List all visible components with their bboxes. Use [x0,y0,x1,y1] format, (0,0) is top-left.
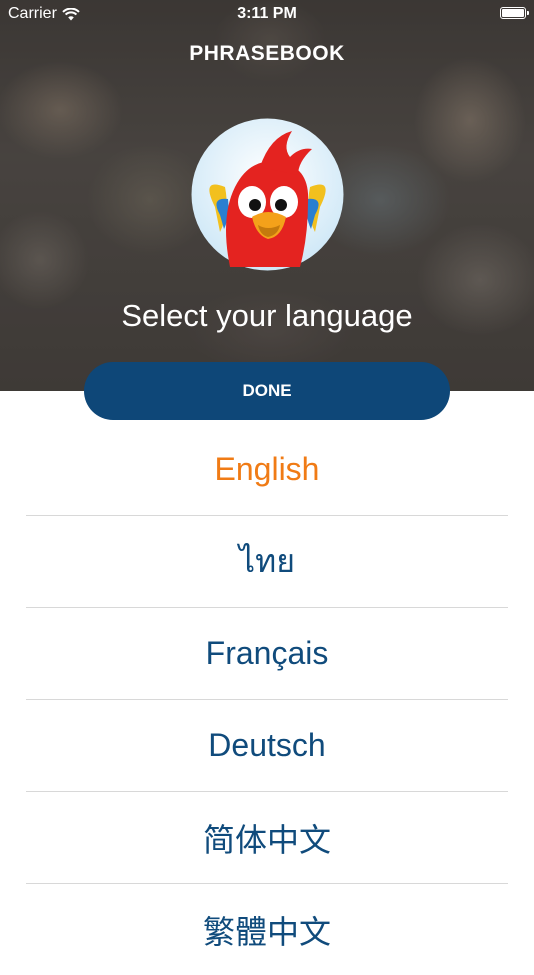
language-option-simplified-chinese[interactable]: 简体中文 [0,792,534,883]
battery-icon [500,7,529,19]
clock: 3:11 PM [237,5,297,22]
language-option-english[interactable]: English [0,424,534,515]
parrot-logo-icon [191,118,344,271]
app-title: PHRASEBOOK [189,42,345,65]
done-button[interactable]: DONE [84,362,450,420]
select-language-heading: Select your language [121,298,413,333]
language-option-thai[interactable]: ไทย [0,516,534,607]
language-option-french[interactable]: Français [0,608,534,699]
language-list: English ไทย Français Deutsch 简体中文 繁體中文 [0,424,534,975]
language-option-german[interactable]: Deutsch [0,700,534,791]
language-option-traditional-chinese[interactable]: 繁體中文 [0,884,534,975]
status-bar: Carrier 3:11 PM [0,0,534,28]
